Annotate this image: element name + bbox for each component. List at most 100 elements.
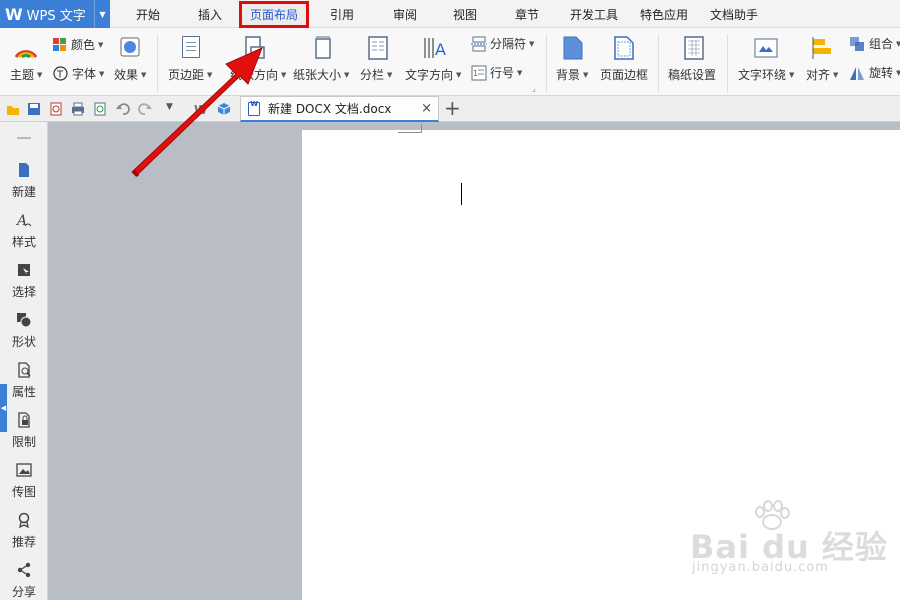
tab-view[interactable]: 视图 bbox=[453, 0, 477, 28]
margins-button[interactable]: 页边距 ▼ bbox=[168, 66, 212, 83]
svg-text:T: T bbox=[56, 70, 64, 81]
svg-text:A: A bbox=[435, 40, 446, 59]
ribbon-separator bbox=[157, 34, 158, 92]
text-wrap-icon[interactable] bbox=[754, 38, 778, 58]
separator-button[interactable]: 分隔符 ▼ bbox=[471, 35, 534, 52]
wps-logo-icon: W bbox=[5, 4, 23, 24]
manuscript-button[interactable]: 稿纸设置 bbox=[668, 66, 716, 83]
tab-page-layout[interactable]: 页面布局 bbox=[239, 1, 309, 28]
new-doc-icon bbox=[19, 163, 29, 177]
sidebar-grip bbox=[17, 137, 31, 139]
page-border-button[interactable]: 页面边框 bbox=[600, 66, 648, 83]
margins-icon[interactable] bbox=[182, 36, 200, 58]
tab-review[interactable]: 审阅 bbox=[393, 0, 417, 28]
cloud-cube-icon[interactable] bbox=[217, 102, 231, 116]
sidebar-item-recommend[interactable]: 推荐 bbox=[0, 512, 48, 550]
upload-image-icon bbox=[16, 463, 32, 477]
print-icon[interactable] bbox=[71, 102, 85, 116]
font-button[interactable]: T 字体 ▼ bbox=[53, 65, 104, 82]
page-border-icon[interactable] bbox=[614, 36, 634, 60]
open-folder-icon[interactable] bbox=[6, 102, 20, 116]
baidu-watermark: Bai du 经验 jingyan.baidu.com bbox=[690, 500, 890, 590]
text-wrap-button[interactable]: 文字环绕 ▼ bbox=[738, 66, 794, 83]
tab-doc-assistant[interactable]: 文档助手 bbox=[710, 0, 758, 28]
undo-icon[interactable] bbox=[116, 102, 130, 116]
customize-toolbar-icon[interactable]: ▼ bbox=[166, 102, 173, 112]
tab-chapter[interactable]: 章节 bbox=[515, 0, 539, 28]
theme-button[interactable]: 主题 ▼ bbox=[10, 66, 42, 83]
manuscript-icon[interactable] bbox=[684, 36, 704, 60]
watermark-url: jingyan.baidu.com bbox=[692, 560, 829, 575]
recommend-icon bbox=[18, 512, 30, 529]
orientation-icon[interactable] bbox=[244, 36, 266, 60]
align-icon[interactable] bbox=[812, 37, 834, 59]
export-pdf-icon[interactable] bbox=[49, 102, 63, 116]
line-number-button[interactable]: 1 行号 ▼ bbox=[471, 64, 522, 81]
background-button[interactable]: 背景 ▼ bbox=[556, 66, 588, 83]
tab-references[interactable]: 引用 bbox=[330, 0, 354, 28]
chevron-down-icon: ▼ bbox=[37, 70, 43, 79]
tab-start[interactable]: 开始 bbox=[136, 0, 160, 28]
sidebar-item-shape[interactable]: 形状 bbox=[0, 312, 48, 350]
wps-w-icon[interactable]: W bbox=[193, 102, 207, 116]
paper-size-icon[interactable] bbox=[313, 36, 333, 60]
line-number-icon: 1 bbox=[471, 65, 487, 80]
app-menu-button[interactable]: W WPS 文字 ▼ bbox=[0, 0, 110, 28]
ribbon: 主题 ▼ 颜色 ▼ T 字体 ▼ 效果 ▼ 页边距 ▼ 纸张方向 ▼ 纸张大小 ▼ 分栏 ▼ A… bbox=[0, 28, 900, 96]
sidebar-item-restrict[interactable]: 限制 bbox=[0, 412, 48, 450]
properties-icon bbox=[18, 362, 31, 378]
text-direction-button[interactable]: 文字方向 ▼ bbox=[405, 66, 461, 83]
text-direction-icon[interactable]: A bbox=[422, 36, 448, 60]
print-preview-icon[interactable] bbox=[93, 102, 107, 116]
paper-size-button[interactable]: 纸张大小 ▼ bbox=[293, 66, 349, 83]
sidebar-item-new[interactable]: 新建 bbox=[0, 162, 48, 200]
close-tab-icon[interactable]: × bbox=[421, 101, 432, 116]
document-tab[interactable]: 新建 DOCX 文档.docx × bbox=[240, 96, 439, 122]
save-icon[interactable] bbox=[27, 102, 41, 116]
sidebar-item-style[interactable]: A 样式 bbox=[0, 212, 48, 250]
columns-button[interactable]: 分栏 ▼ bbox=[360, 66, 392, 83]
color-palette-icon bbox=[53, 37, 66, 51]
app-title: WPS 文字 bbox=[26, 8, 86, 24]
theme-icon[interactable] bbox=[14, 37, 38, 59]
tab-insert[interactable]: 插入 bbox=[198, 0, 222, 28]
rotate-button[interactable]: 旋转 ▼ bbox=[849, 64, 900, 81]
redo-icon[interactable] bbox=[138, 102, 152, 116]
rotate-icon bbox=[850, 66, 864, 80]
font-icon: T bbox=[53, 66, 68, 81]
effect-button[interactable]: 效果 ▼ bbox=[114, 66, 146, 83]
restrict-icon bbox=[18, 412, 30, 428]
group-button[interactable]: 组合 ▼ bbox=[849, 35, 900, 52]
tab-page-layout-label: 页面布局 bbox=[249, 8, 298, 22]
quick-access-toolbar: ▼ W 新建 DOCX 文档.docx × + bbox=[0, 96, 900, 122]
svg-text:W: W bbox=[194, 103, 207, 116]
docx-file-icon bbox=[248, 99, 260, 116]
new-tab-button[interactable]: + bbox=[444, 97, 461, 119]
background-icon[interactable] bbox=[563, 36, 583, 60]
tab-developer[interactable]: 开发工具 bbox=[570, 0, 618, 28]
ribbon-separator bbox=[727, 34, 728, 92]
page-margin-corner-mark bbox=[398, 124, 422, 133]
ribbon-separator bbox=[658, 34, 659, 92]
menu-bar: W WPS 文字 ▼ 开始 插入 页面布局 引用 审阅 视图 章节 开发工具 特… bbox=[0, 0, 900, 28]
ribbon-separator bbox=[546, 34, 547, 92]
shape-icon bbox=[17, 313, 32, 328]
effect-icon[interactable] bbox=[120, 37, 140, 57]
color-button[interactable]: 颜色 ▼ bbox=[53, 36, 103, 53]
chevron-down-icon[interactable]: ▼ bbox=[94, 0, 110, 28]
sidebar-item-share[interactable]: 分享 bbox=[0, 562, 48, 600]
sidebar-collapse-handle[interactable]: ◀ bbox=[0, 384, 7, 432]
sidebar-item-properties[interactable]: 属性 bbox=[0, 362, 48, 400]
svg-text:1: 1 bbox=[473, 69, 478, 78]
select-icon bbox=[18, 264, 30, 276]
sidebar-item-upload-image[interactable]: 传图 bbox=[0, 462, 48, 500]
orientation-button[interactable]: 纸张方向 ▼ bbox=[230, 66, 286, 83]
align-button[interactable]: 对齐 ▼ bbox=[806, 66, 838, 83]
sidebar-item-select[interactable]: 选择 bbox=[0, 262, 48, 300]
share-icon bbox=[17, 562, 31, 578]
page-setup-dialog-icon[interactable]: ⌟ bbox=[532, 84, 536, 93]
columns-icon[interactable] bbox=[368, 36, 388, 60]
page-break-icon bbox=[471, 36, 487, 51]
text-cursor bbox=[461, 183, 462, 205]
tab-special[interactable]: 特色应用 bbox=[640, 0, 688, 28]
